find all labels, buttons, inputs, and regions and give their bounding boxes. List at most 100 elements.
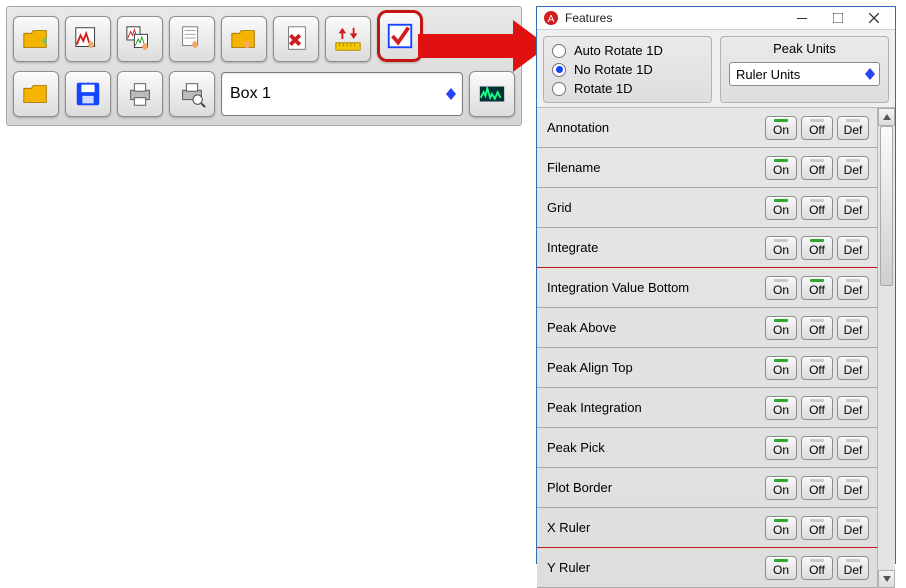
indicator-icon	[810, 359, 824, 362]
folder-open-icon	[21, 24, 51, 54]
box-combo[interactable]: Box 1	[221, 72, 463, 116]
indicator-icon	[774, 359, 788, 362]
close-button[interactable]	[859, 7, 889, 29]
toolbar-print-button[interactable]	[117, 71, 163, 117]
feature-off-button[interactable]: Off	[801, 436, 833, 460]
feature-on-button[interactable]: On	[765, 316, 797, 340]
feature-def-button[interactable]: Def	[837, 276, 869, 300]
folder-hand-icon	[229, 24, 259, 54]
vertical-scrollbar[interactable]	[877, 108, 895, 588]
save-icon	[73, 79, 103, 109]
toolbar-chart-open-button[interactable]	[65, 16, 111, 62]
chart-open-icon	[73, 24, 103, 54]
feature-def-button[interactable]: Def	[837, 156, 869, 180]
feature-off-button[interactable]: Off	[801, 396, 833, 420]
scroll-down-button[interactable]	[878, 570, 895, 588]
spin-arrows-icon	[446, 88, 456, 100]
radio-auto-rotate[interactable]: Auto Rotate 1D	[552, 41, 703, 60]
feature-off-button[interactable]: Off	[801, 236, 833, 260]
feature-on-button[interactable]: On	[765, 396, 797, 420]
feature-row: GridOnOffDef	[537, 188, 877, 227]
indicator-icon	[846, 559, 860, 562]
features-window: A Features Auto Rotate 1D No Rotate 1D R…	[536, 6, 896, 564]
feature-off-button[interactable]: Off	[801, 196, 833, 220]
indicator-icon	[774, 479, 788, 482]
feature-off-button[interactable]: Off	[801, 556, 833, 580]
feature-def-button[interactable]: Def	[837, 116, 869, 140]
minimize-button[interactable]	[787, 7, 817, 29]
print-preview-icon	[177, 79, 207, 109]
feature-row: Peak PickOnOffDef	[537, 428, 877, 467]
feature-on-button[interactable]: On	[765, 516, 797, 540]
indicator-icon	[774, 119, 788, 122]
feature-def-button[interactable]: Def	[837, 476, 869, 500]
maximize-button[interactable]	[823, 7, 853, 29]
feature-on-button[interactable]: On	[765, 476, 797, 500]
feature-on-button[interactable]: On	[765, 556, 797, 580]
waveform-icon	[477, 79, 507, 109]
toolbar-open-button[interactable]	[13, 71, 59, 117]
feature-on-button[interactable]: On	[765, 276, 797, 300]
peak-units-value: Ruler Units	[736, 67, 800, 82]
feature-row: X RulerOnOffDef	[537, 508, 877, 547]
feature-off-button[interactable]: Off	[801, 476, 833, 500]
feature-on-button[interactable]: On	[765, 236, 797, 260]
page-delete-icon	[281, 24, 311, 54]
toolbar-folder-open-button[interactable]	[13, 16, 59, 62]
toolbar-waveform-button[interactable]	[469, 71, 515, 117]
scroll-track[interactable]	[878, 126, 895, 570]
feature-def-button[interactable]: Def	[837, 196, 869, 220]
indicator-icon	[810, 319, 824, 322]
feature-label: Y Ruler	[547, 560, 761, 575]
indicator-icon	[774, 519, 788, 522]
radio-icon	[552, 63, 566, 77]
toolbar-folder-hand-button[interactable]	[221, 16, 267, 62]
feature-on-button[interactable]: On	[765, 116, 797, 140]
scroll-thumb[interactable]	[880, 126, 893, 286]
feature-off-button[interactable]: Off	[801, 356, 833, 380]
peak-units-combo[interactable]: Ruler Units	[729, 62, 880, 86]
indicator-icon	[810, 519, 824, 522]
feature-row: Y Ruler OnOffDef	[537, 548, 877, 587]
feature-list: AnnotationOnOffDefFilenameOnOffDefGridOn…	[537, 108, 877, 588]
feature-off-button[interactable]: Off	[801, 156, 833, 180]
spin-arrows-icon	[865, 68, 875, 80]
chart-open-dual-icon	[125, 24, 155, 54]
feature-on-button[interactable]: On	[765, 356, 797, 380]
indicator-icon	[846, 199, 860, 202]
feature-def-button[interactable]: Def	[837, 316, 869, 340]
toolbar-save-button[interactable]	[65, 71, 111, 117]
radio-no-rotate[interactable]: No Rotate 1D	[552, 60, 703, 79]
feature-def-button[interactable]: Def	[837, 556, 869, 580]
feature-off-button[interactable]: Off	[801, 276, 833, 300]
indicator-icon	[846, 319, 860, 322]
feature-row: Peak IntegrationOnOffDef	[537, 388, 877, 427]
feature-on-button[interactable]: On	[765, 436, 797, 460]
scroll-up-button[interactable]	[878, 108, 895, 126]
peak-units-group: Peak Units Ruler Units	[720, 36, 889, 103]
indicator-icon	[774, 199, 788, 202]
feature-off-button[interactable]: Off	[801, 316, 833, 340]
toolbar-ruler-arrows-button[interactable]	[325, 16, 371, 62]
feature-def-button[interactable]: Def	[837, 396, 869, 420]
feature-def-button[interactable]: Def	[837, 516, 869, 540]
toolbar-page-hand-button[interactable]	[169, 16, 215, 62]
toolbar-print-preview-button[interactable]	[169, 71, 215, 117]
indicator-icon	[810, 119, 824, 122]
indicator-icon	[810, 239, 824, 242]
indicator-icon	[846, 239, 860, 242]
feature-row: FilenameOnOffDef	[537, 148, 877, 187]
radio-rotate[interactable]: Rotate 1D	[552, 79, 703, 98]
feature-def-button[interactable]: Def	[837, 356, 869, 380]
feature-def-button[interactable]: Def	[837, 436, 869, 460]
toolbar-chart-open-dual-button[interactable]	[117, 16, 163, 62]
toolbar-page-delete-button[interactable]	[273, 16, 319, 62]
feature-label: Integrate	[547, 240, 761, 255]
ruler-arrows-icon	[333, 24, 363, 54]
feature-def-button[interactable]: Def	[837, 236, 869, 260]
feature-off-button[interactable]: Off	[801, 516, 833, 540]
feature-off-button[interactable]: Off	[801, 116, 833, 140]
feature-on-button[interactable]: On	[765, 196, 797, 220]
toolbar-features-button[interactable]	[377, 10, 423, 62]
feature-on-button[interactable]: On	[765, 156, 797, 180]
